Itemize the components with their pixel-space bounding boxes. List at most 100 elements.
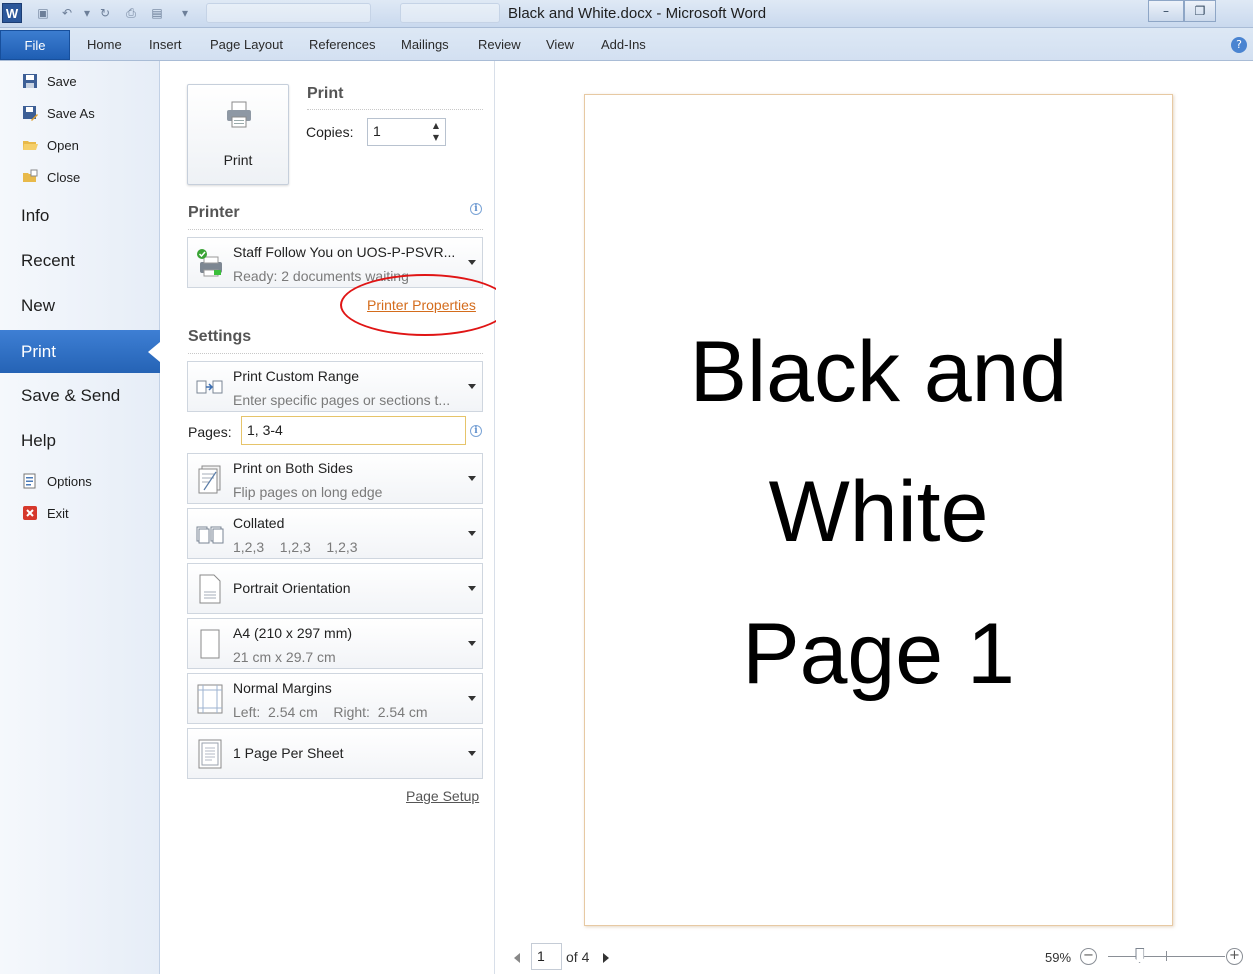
orientation-dropdown[interactable]: Portrait Orientation bbox=[187, 563, 483, 614]
exit-icon bbox=[23, 506, 37, 520]
ribbon-tabs: File Home Insert Page Layout References … bbox=[0, 28, 1253, 61]
printer-info-icon[interactable]: i bbox=[470, 203, 482, 215]
print-preview-icon[interactable]: ▤ bbox=[150, 6, 164, 20]
settings-heading-divider bbox=[188, 353, 483, 354]
nav-options[interactable]: Options bbox=[22, 471, 92, 491]
help-icon[interactable]: ? bbox=[1231, 37, 1247, 53]
margins-subtitle: Left: 2.54 cm Right: 2.54 cm bbox=[233, 704, 428, 720]
chevron-down-icon bbox=[468, 751, 476, 756]
printer-ready-icon bbox=[197, 249, 222, 277]
nav-recent[interactable]: Recent bbox=[21, 251, 75, 271]
current-page-value: 1 bbox=[537, 948, 545, 964]
nav-open[interactable]: Open bbox=[22, 135, 79, 155]
nav-print-label: Print bbox=[21, 342, 56, 361]
duplex-dropdown[interactable]: Print on Both Sides Flip pages on long e… bbox=[187, 453, 483, 504]
settings-heading: Settings bbox=[188, 328, 252, 345]
window-title: Black and White.docx - Microsoft Word bbox=[508, 5, 767, 22]
printer-heading: Printer bbox=[188, 204, 240, 221]
options-icon bbox=[23, 473, 36, 489]
zoom-in-icon[interactable]: + bbox=[1226, 948, 1243, 965]
nav-close[interactable]: Close bbox=[22, 167, 80, 187]
tab-insert[interactable]: Insert bbox=[149, 37, 182, 52]
margins-dropdown[interactable]: Normal Margins Left: 2.54 cm Right: 2.54… bbox=[187, 673, 483, 724]
duplex-title: Print on Both Sides bbox=[233, 460, 353, 476]
undo-icon[interactable]: ↶ bbox=[60, 6, 74, 20]
spin-down-icon[interactable]: ▼ bbox=[429, 133, 443, 145]
print-range-dropdown[interactable]: Print Custom Range Enter specific pages … bbox=[187, 361, 483, 412]
save-icon[interactable]: ▣ bbox=[36, 6, 50, 20]
tab-review[interactable]: Review bbox=[478, 37, 521, 52]
nav-close-label: Close bbox=[47, 169, 81, 185]
nav-save-send[interactable]: Save & Send bbox=[21, 386, 120, 406]
page-text-line: White bbox=[768, 464, 989, 560]
copies-spinner[interactable]: 1 ▲ ▼ bbox=[367, 118, 446, 146]
customize-toolbar-icon[interactable]: ▾ bbox=[178, 6, 192, 20]
nav-options-label: Options bbox=[47, 473, 92, 489]
nav-help[interactable]: Help bbox=[21, 431, 56, 451]
collation-subtitle: 1,2,3 1,2,3 1,2,3 bbox=[233, 539, 358, 555]
nav-save-label: Save bbox=[47, 73, 77, 89]
pages-per-sheet-dropdown[interactable]: 1 Page Per Sheet bbox=[187, 728, 483, 779]
save-icon bbox=[23, 74, 37, 88]
paper-size-icon bbox=[200, 629, 220, 659]
pages-per-sheet-icon bbox=[198, 739, 222, 769]
nav-save[interactable]: Save bbox=[22, 71, 77, 91]
collated-icon bbox=[196, 526, 224, 544]
chevron-down-icon bbox=[468, 476, 476, 481]
previous-page-icon[interactable] bbox=[514, 953, 520, 963]
nav-print[interactable]: Print bbox=[0, 330, 160, 373]
paper-size-subtitle: 21 cm x 29.7 cm bbox=[233, 649, 336, 665]
print-range-title: Print Custom Range bbox=[233, 368, 360, 384]
page-text-line: Page 1 bbox=[742, 606, 1015, 702]
duplex-icon bbox=[198, 465, 221, 494]
collation-dropdown[interactable]: Collated 1,2,3 1,2,3 1,2,3 bbox=[187, 508, 483, 559]
tab-view[interactable]: View bbox=[546, 37, 574, 52]
chevron-down-icon bbox=[468, 641, 476, 646]
spin-up-icon[interactable]: ▲ bbox=[429, 121, 443, 133]
tab-references[interactable]: References bbox=[309, 37, 375, 52]
nav-save-as-label: Save As bbox=[47, 105, 95, 121]
nav-new[interactable]: New bbox=[21, 296, 55, 316]
duplex-subtitle: Flip pages on long edge bbox=[233, 484, 383, 500]
tab-page-layout[interactable]: Page Layout bbox=[210, 37, 283, 52]
chevron-down-icon bbox=[468, 384, 476, 389]
nav-exit[interactable]: Exit bbox=[22, 503, 69, 523]
title-bar: W ▣ ↶ ▾ ↻ ⎙ ▤ ▾ Black and White.docx - M… bbox=[0, 0, 1253, 28]
page-setup-link[interactable]: Page Setup bbox=[406, 788, 479, 804]
quick-print-icon[interactable]: ⎙ bbox=[124, 6, 138, 20]
print-button-label: Print bbox=[223, 152, 253, 168]
margins-title: Normal Margins bbox=[233, 680, 332, 696]
pages-info-icon[interactable]: i bbox=[470, 425, 482, 437]
copies-value: 1 bbox=[373, 123, 381, 139]
minimize-button[interactable]: – bbox=[1148, 0, 1184, 22]
current-page-input[interactable]: 1 bbox=[531, 943, 562, 970]
printer-name: Staff Follow You on UOS-P-PSVR... bbox=[233, 244, 456, 260]
chevron-down-icon[interactable]: ▾ bbox=[80, 6, 94, 20]
redo-icon[interactable]: ↻ bbox=[98, 6, 112, 20]
open-folder-icon bbox=[23, 141, 38, 150]
zoom-out-icon[interactable]: − bbox=[1080, 948, 1097, 965]
nav-save-as[interactable]: Save As bbox=[22, 103, 95, 123]
tab-file[interactable]: File bbox=[0, 30, 70, 60]
nav-info[interactable]: Info bbox=[21, 206, 49, 226]
next-page-icon[interactable] bbox=[603, 953, 609, 963]
zoom-slider-thumb[interactable] bbox=[1135, 948, 1145, 963]
pages-input[interactable]: 1, 3-4 bbox=[241, 416, 466, 445]
tab-add-ins[interactable]: Add-Ins bbox=[601, 37, 646, 52]
word-app-icon[interactable]: W bbox=[2, 3, 22, 23]
restore-button[interactable]: ❐ bbox=[1184, 0, 1216, 22]
paper-size-dropdown[interactable]: A4 (210 x 297 mm) 21 cm x 29.7 cm bbox=[187, 618, 483, 669]
print-button[interactable]: Print bbox=[187, 84, 289, 185]
close-folder-icon bbox=[23, 169, 38, 182]
portrait-page-icon bbox=[199, 574, 221, 604]
preview-page: Black and White Page 1 bbox=[584, 94, 1173, 926]
zoom-level[interactable]: 59% bbox=[1045, 950, 1071, 965]
tab-home[interactable]: Home bbox=[87, 37, 122, 52]
nav-open-label: Open bbox=[47, 137, 79, 153]
paper-size-title: A4 (210 x 297 mm) bbox=[233, 625, 353, 641]
tab-mailings[interactable]: Mailings bbox=[401, 37, 449, 52]
chevron-down-icon bbox=[468, 531, 476, 536]
pages-value: 1, 3-4 bbox=[247, 422, 283, 438]
collation-title: Collated bbox=[233, 515, 285, 531]
orientation-label: Portrait Orientation bbox=[233, 580, 351, 596]
